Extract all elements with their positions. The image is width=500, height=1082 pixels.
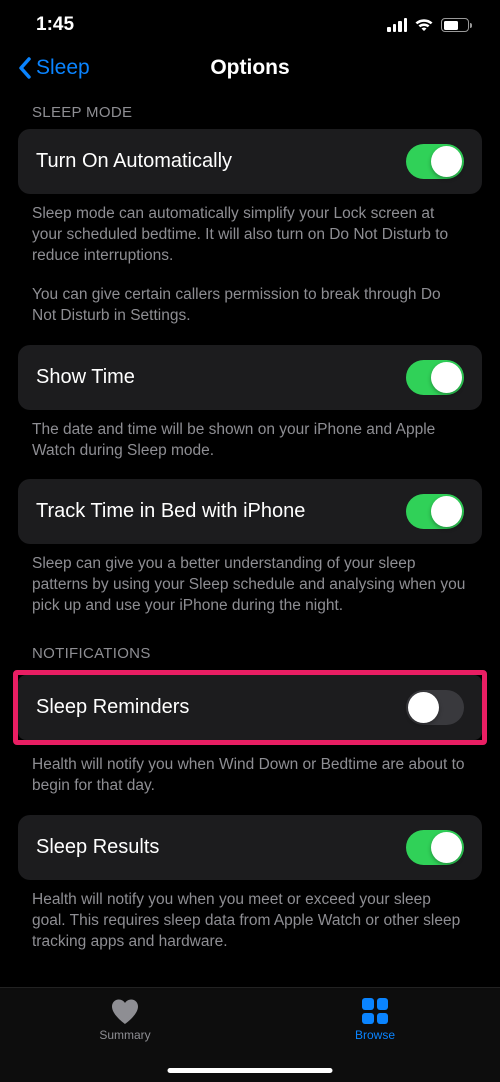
setting-label: Turn On Automatically (36, 150, 232, 173)
setting-label: Sleep Reminders (36, 696, 189, 719)
status-time: 1:45 (36, 14, 74, 36)
setting-desc: Sleep mode can automatically simplify yo… (18, 194, 482, 345)
content-scroll[interactable]: SLEEP MODE Turn On Automatically Sleep m… (0, 94, 500, 1014)
setting-sleep-results: Sleep Results (18, 815, 482, 880)
setting-turn-on-automatically: Turn On Automatically (18, 129, 482, 194)
setting-desc: The date and time will be shown on your … (18, 410, 482, 480)
heart-icon (110, 997, 140, 1025)
setting-track-time-in-bed: Track Time in Bed with iPhone (18, 479, 482, 544)
nav-header: Sleep Options (0, 44, 500, 94)
tab-label: Summary (99, 1028, 150, 1042)
section-header-sleep-mode: SLEEP MODE (18, 94, 482, 129)
page-title: Options (210, 56, 289, 80)
toggle-show-time[interactable] (406, 360, 464, 395)
tab-label: Browse (355, 1028, 395, 1042)
status-indicators (387, 18, 472, 32)
battery-icon (441, 18, 472, 32)
setting-label: Sleep Results (36, 836, 159, 859)
setting-label: Show Time (36, 366, 135, 389)
setting-show-time: Show Time (18, 345, 482, 410)
back-button[interactable]: Sleep (18, 56, 90, 80)
setting-desc: Sleep can give you a better understandin… (18, 544, 482, 635)
setting-desc: Health will notify you when you meet or … (18, 880, 482, 971)
cellular-icon (387, 18, 407, 32)
highlighted-sleep-reminders: Sleep Reminders (13, 670, 487, 745)
setting-label: Track Time in Bed with iPhone (36, 500, 305, 523)
home-indicator[interactable] (168, 1068, 333, 1074)
toggle-sleep-results[interactable] (406, 830, 464, 865)
toggle-track-time-in-bed[interactable] (406, 494, 464, 529)
setting-desc: Health will notify you when Wind Down or… (18, 745, 482, 815)
back-label: Sleep (36, 56, 90, 80)
wifi-icon (414, 18, 434, 32)
toggle-sleep-reminders[interactable] (406, 690, 464, 725)
status-bar: 1:45 (0, 0, 500, 44)
section-header-notifications: NOTIFICATIONS (18, 635, 482, 670)
setting-sleep-reminders: Sleep Reminders (18, 675, 482, 740)
grid-icon (362, 997, 388, 1025)
chevron-left-icon (18, 57, 32, 79)
toggle-turn-on-automatically[interactable] (406, 144, 464, 179)
